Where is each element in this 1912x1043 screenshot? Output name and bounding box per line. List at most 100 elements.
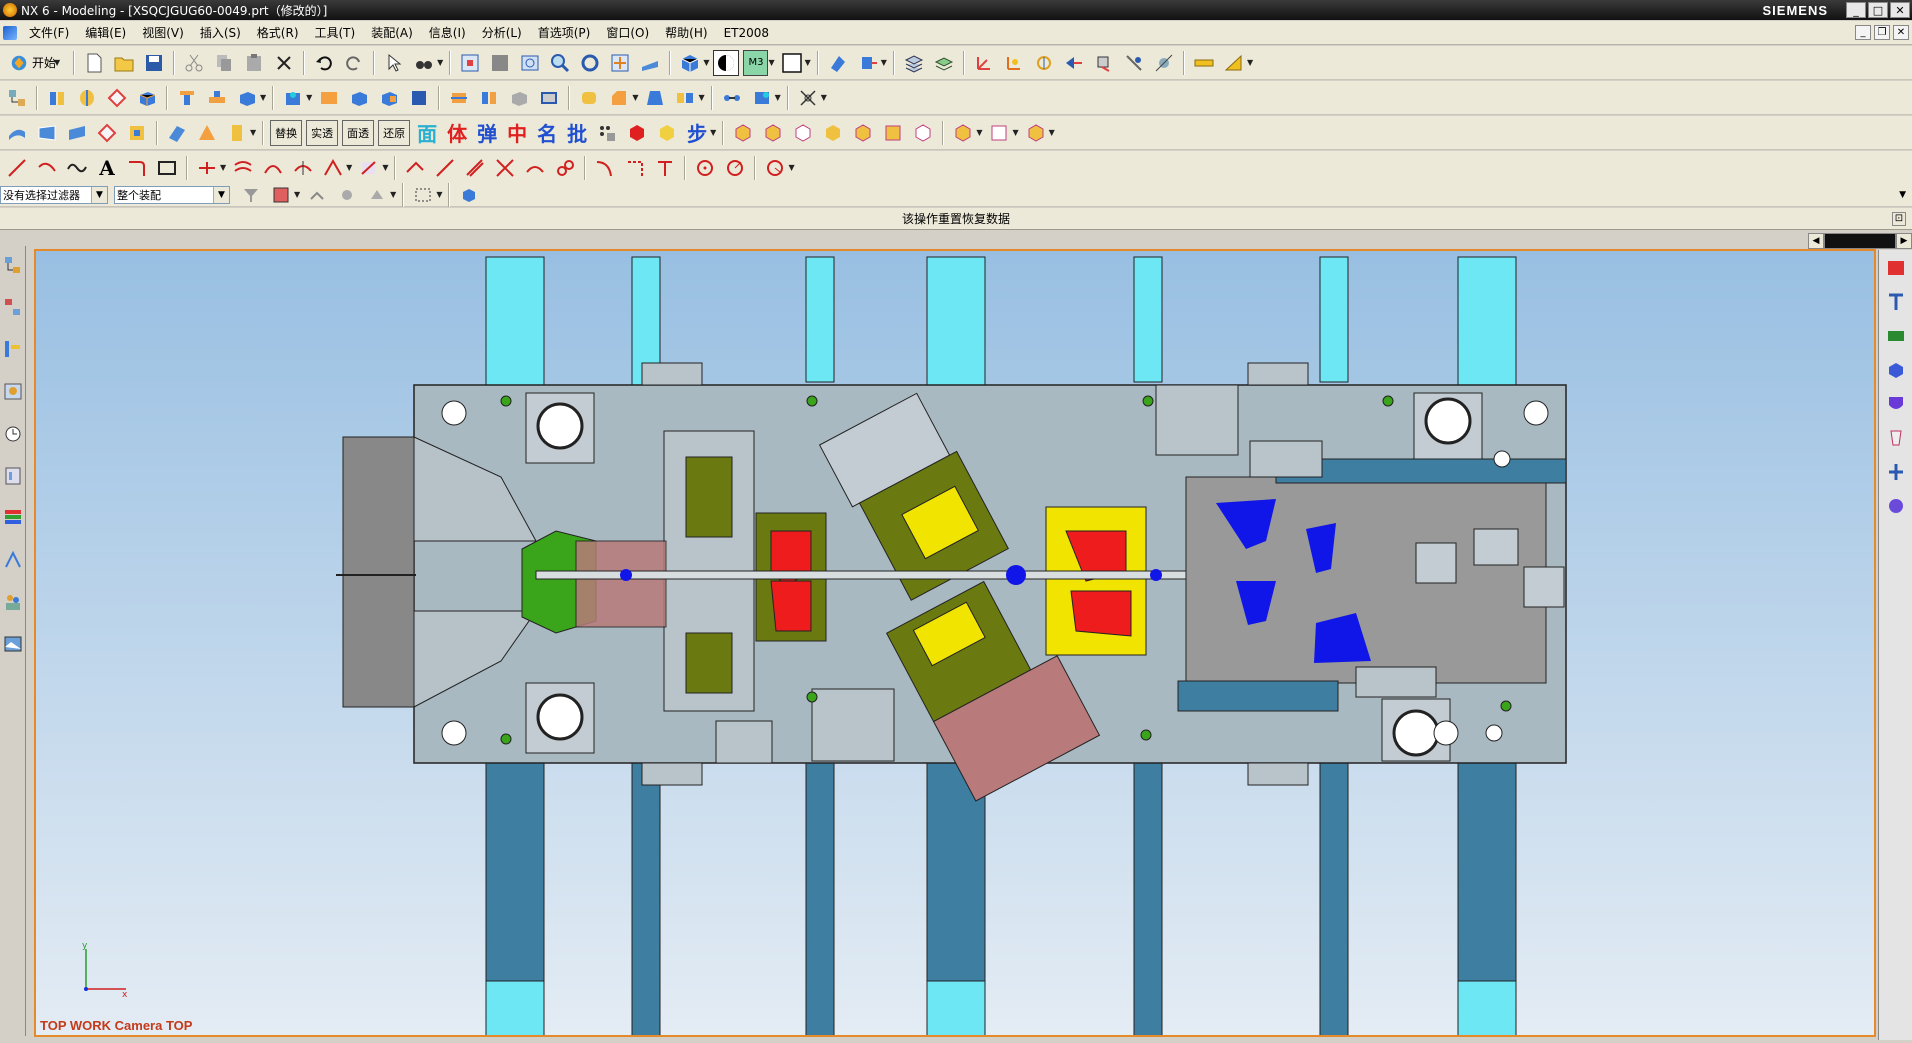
pocket-button[interactable] [234,85,260,111]
command-finder-button[interactable] [411,50,437,76]
type-filter-dropdown[interactable]: 没有选择过滤器 ▼ [0,185,108,204]
split-body-button[interactable] [476,85,502,111]
cad-model-view[interactable] [36,251,1876,1037]
mold-tool-4-button[interactable] [820,120,846,146]
right-tool-3[interactable] [1885,322,1907,350]
toolbar-options-chevron-icon[interactable]: ▼ [1899,190,1906,200]
edge-blend-button[interactable] [576,85,602,111]
right-tool-1[interactable] [1885,254,1907,282]
revolve-button[interactable] [74,85,100,111]
view-orientation-button[interactable] [677,50,703,76]
menu-preferences[interactable]: 首选项(P) [530,22,599,44]
menu-file[interactable]: 文件(F) [21,22,77,44]
block-button[interactable] [134,85,160,111]
move-to-layer-button[interactable] [931,50,957,76]
curve-tool-4-button[interactable] [492,155,518,181]
curve-tool-2-button[interactable] [432,155,458,181]
solid-transparent-button[interactable]: 实透 [306,119,339,146]
through-curves-button[interactable] [4,120,30,146]
right-tool-4[interactable] [1885,356,1907,384]
minimize-button[interactable]: _ [1846,2,1866,18]
instance-feature-button[interactable] [719,85,745,111]
zoom-button[interactable] [517,50,543,76]
open-button[interactable] [111,50,137,76]
snap-settings-button[interactable] [268,182,294,208]
wcs-display-button[interactable] [1121,50,1147,76]
filter-reset-button[interactable] [238,182,264,208]
system-materials-tab[interactable] [2,462,24,490]
name-tool-button[interactable]: 名 [534,120,560,146]
mold-tool-5-button[interactable] [850,120,876,146]
roles-tab[interactable] [2,588,24,616]
draft-button[interactable] [642,85,668,111]
reuse-library-tab[interactable] [2,378,24,406]
extrude-button[interactable] [44,85,70,111]
right-tool-7[interactable] [1885,458,1907,486]
sweep-button[interactable] [104,85,130,111]
start-button[interactable]: 开始 ▼ [4,50,67,76]
right-tool-8[interactable] [1885,492,1907,520]
cut-button[interactable] [181,50,207,76]
shell-button[interactable] [536,85,562,111]
bridge-curve-button[interactable] [260,155,286,181]
mold-tool-10-button[interactable] [1023,120,1049,146]
curve-tool-6-button[interactable] [552,155,578,181]
layer-settings-button[interactable] [901,50,927,76]
rotate-button[interactable] [577,50,603,76]
wcs-save-button[interactable] [1151,50,1177,76]
text-button[interactable]: A [94,155,120,181]
ruled-button[interactable] [124,120,150,146]
boolean-button[interactable] [316,85,342,111]
system-scenes-tab[interactable] [2,630,24,658]
rectangle-select-button[interactable] [410,182,436,208]
mold-tool-1-button[interactable] [730,120,756,146]
menu-assemblies[interactable]: 装配(A) [363,22,421,44]
menu-information[interactable]: 信息(I) [421,22,474,44]
part-navigator-tab[interactable] [2,336,24,364]
mold-tool-6-button[interactable] [880,120,906,146]
scroll-left-icon[interactable]: ◀ [1808,233,1824,249]
select-all-button[interactable] [304,182,330,208]
pad-button[interactable] [280,85,306,111]
snap-point-button[interactable] [795,85,821,111]
spring-tool-button[interactable]: 弹 [474,120,500,146]
step-tool-button[interactable]: 步 [684,120,710,146]
chamfer-button[interactable] [606,85,632,111]
maximize-button[interactable]: □ [1868,2,1888,18]
nx-app-icon[interactable] [3,3,17,17]
deselect-button[interactable] [334,182,360,208]
pattern-tool-button[interactable] [594,120,620,146]
graphics-window[interactable]: x y TOP WORK Camera TOP [34,249,1876,1037]
unite-button[interactable] [346,85,372,111]
subtract-button[interactable] [376,85,402,111]
point-button[interactable] [194,155,220,181]
red-cube-button[interactable] [624,120,650,146]
save-button[interactable] [141,50,167,76]
process-studio-tab[interactable] [2,546,24,574]
redo-button[interactable] [341,50,367,76]
menu-view[interactable]: 视图(V) [134,22,192,44]
doc-restore-button[interactable]: ❐ [1874,25,1890,40]
status-expand-icon[interactable]: ⊡ [1892,211,1906,226]
replace-button[interactable]: 替换 [270,119,303,146]
yellow-cube-button[interactable] [654,120,680,146]
wcs-dynamic-button[interactable] [1001,50,1027,76]
face-tool-button[interactable]: 面 [414,120,440,146]
selection-tool-button[interactable] [381,50,407,76]
mold-tool-9-button[interactable] [986,120,1012,146]
circle-tangent-button[interactable] [722,155,748,181]
scroll-track[interactable] [1824,233,1896,249]
delete-button[interactable] [271,50,297,76]
doc-close-button[interactable]: ✕ [1893,25,1909,40]
circle-3pt-button[interactable] [762,155,788,181]
shaded-display-button[interactable] [713,49,740,76]
measure-angle-button[interactable] [1221,50,1247,76]
thicken-button[interactable] [164,120,190,146]
trimmed-sheet-button[interactable] [224,120,250,146]
face-transparent-button[interactable]: 面透 [342,119,375,146]
menu-tools[interactable]: 工具(T) [307,22,364,44]
paste-button[interactable] [241,50,267,76]
join-curve-button[interactable] [320,155,346,181]
arc-button[interactable] [34,155,60,181]
right-tool-6[interactable] [1885,424,1907,452]
